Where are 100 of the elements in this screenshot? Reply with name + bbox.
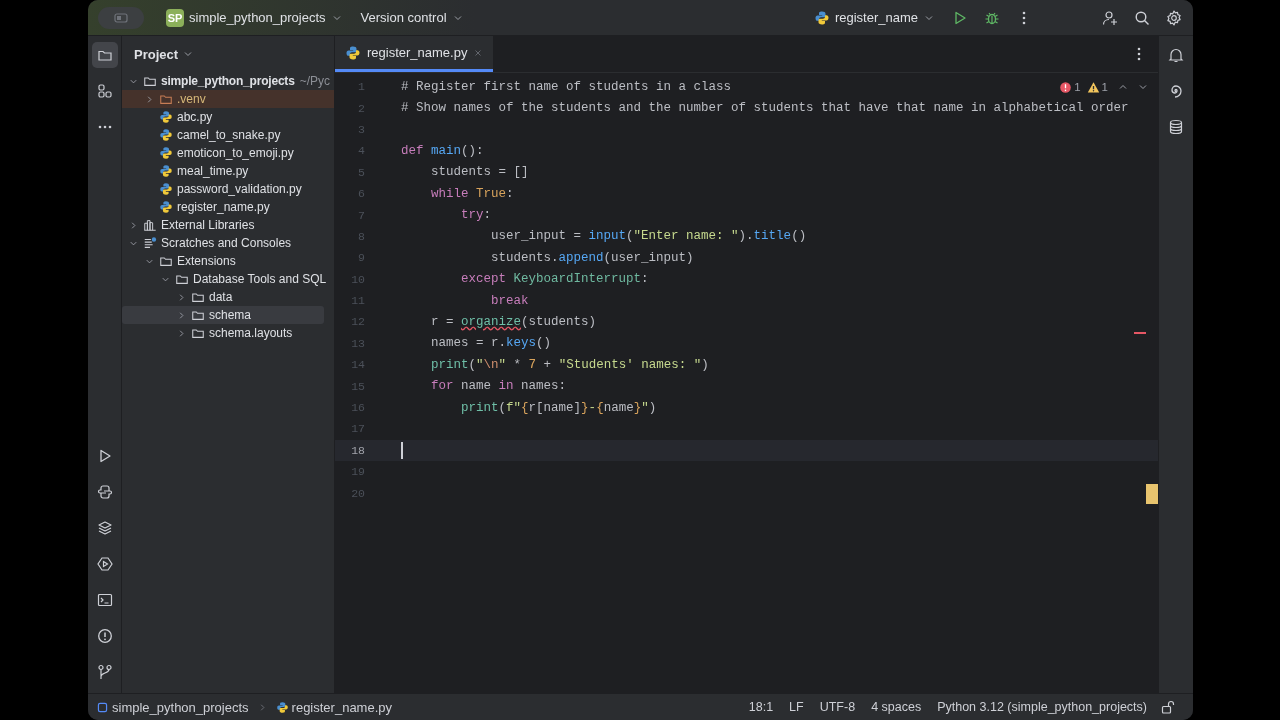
editor-tab[interactable]: register_name.py [335, 36, 494, 72]
project-switcher[interactable]: SP simple_python_projects [160, 4, 349, 31]
python-file-icon [345, 44, 361, 61]
code-line: while True: [430, 185, 514, 203]
play-icon[interactable] [952, 9, 968, 26]
code-line: names = r.keys() [430, 335, 552, 352]
layers-icon[interactable] [96, 520, 113, 536]
python-file-icon [159, 128, 173, 142]
code-line: try: [460, 207, 492, 224]
module-icon[interactable] [96, 700, 109, 714]
folder-icon [159, 92, 173, 106]
code-line: # Register first name of students in a class [401, 78, 732, 96]
tree-item[interactable]: password_validation.py [122, 180, 334, 198]
settings-icon[interactable] [1166, 9, 1182, 26]
terminal-icon[interactable] [96, 592, 113, 608]
code-line: def main(): [401, 142, 484, 160]
error-icon [1059, 80, 1073, 94]
tree-item-label: .venv [177, 92, 206, 106]
python-file-icon [159, 182, 173, 196]
path-hint: ~/Pyc [299, 74, 330, 88]
folder-icon [191, 290, 205, 304]
tree-item[interactable]: External Libraries [122, 216, 334, 234]
python-icon[interactable] [96, 484, 113, 500]
folder-icon [159, 254, 173, 268]
tree-item[interactable]: .venv [122, 90, 334, 108]
warning-count: 1 [1101, 81, 1108, 93]
status-item[interactable]: 4 spaces [865, 700, 928, 714]
folder-icon [175, 272, 189, 286]
close-icon[interactable] [473, 47, 484, 58]
folder-icon [143, 74, 157, 88]
tree-item-label: data [209, 290, 233, 304]
tree-item[interactable]: abc.py [122, 108, 334, 126]
status-item[interactable]: UTF-8 [813, 700, 862, 714]
line-number: 18 [350, 443, 365, 457]
error-count: 1 [1074, 81, 1081, 93]
folder-icon [191, 326, 205, 340]
tree-item-label: Scratches and Consoles [161, 236, 292, 250]
tree-item-label: password_validation.py [177, 182, 302, 196]
bell-icon[interactable] [1168, 47, 1184, 63]
error-stripe-mark [1134, 332, 1146, 334]
services-icon[interactable] [96, 556, 113, 572]
tree-item[interactable]: data [122, 288, 334, 306]
tree-item-label: camel_to_snake.py [177, 128, 281, 142]
tree-item-label: meal_time.py [177, 164, 249, 178]
structure-icon[interactable] [96, 83, 113, 99]
folder-icon [191, 308, 205, 322]
tree-item-label: Database Tools and SQL [193, 272, 327, 286]
tree-item-label: abc.py [177, 110, 213, 124]
spiral-icon[interactable] [1168, 83, 1184, 99]
tree-item-label: emoticon_to_emoji.py [177, 146, 294, 160]
python-file-icon [159, 110, 173, 124]
code-line: print(f"{r[name]}-{name}") [460, 399, 657, 417]
python-file-icon [159, 200, 173, 214]
tree-item[interactable]: meal_time.py [122, 162, 334, 180]
tree-item[interactable]: schema.layouts [122, 324, 334, 342]
warning-icon [1086, 80, 1100, 94]
vcs-menu[interactable]: Version control [354, 4, 470, 31]
scratches-icon [143, 236, 157, 250]
breadcrumb[interactable]: register_name.py [275, 699, 393, 715]
panel-title[interactable]: Project [130, 44, 199, 64]
tree-item-label: schema [209, 308, 252, 322]
text-caret [401, 441, 403, 459]
status-item[interactable]: LF [783, 700, 810, 714]
code-line: break [490, 292, 529, 310]
project-badge: SP [166, 8, 184, 27]
tree-item-label: schema.layouts [209, 326, 293, 340]
status-item[interactable]: 18:1 [742, 700, 780, 714]
tree-item[interactable]: Database Tools and SQL [122, 270, 334, 288]
breadcrumb[interactable]: simple_python_projects [96, 699, 249, 715]
code-line: user_input = input("Enter name: ").title() [490, 228, 807, 245]
code-line: print("\n" * 7 + "Students' names: ") [430, 356, 709, 374]
warning-stripe-mark [1146, 484, 1158, 504]
python-file-icon [159, 146, 173, 160]
tree-item[interactable]: register_name.py [122, 198, 334, 216]
tree-item-label: External Libraries [161, 218, 255, 232]
python-file-icon [159, 164, 173, 178]
tree-item[interactable]: Extensions [122, 252, 334, 270]
branch-icon[interactable] [96, 664, 113, 680]
alert-icon[interactable] [96, 628, 113, 644]
tree-item[interactable]: schema [122, 306, 324, 324]
search-icon[interactable] [1134, 9, 1150, 26]
status-item[interactable]: Python 3.12 (simple_python_projects) [931, 700, 1153, 714]
code-line: students.append(user_input) [490, 249, 694, 267]
python-file-icon[interactable] [275, 700, 289, 714]
code-line: students = [] [430, 164, 529, 181]
tree-item-label: Extensions [177, 254, 236, 268]
code-line: except KeyboardInterrupt: [460, 271, 649, 288]
tree-item-label: simple_python_projects [161, 74, 295, 88]
run-configuration[interactable]: register_name [807, 4, 941, 31]
tree-item[interactable]: Scratches and Consoles [122, 234, 334, 252]
project-tool-button[interactable] [91, 42, 118, 68]
code-line: r = organize(students) [430, 314, 597, 331]
tree-item[interactable]: camel_to_snake.py [122, 126, 334, 144]
tree-item[interactable]: emoticon_to_emoji.py [122, 144, 334, 162]
add-user-icon[interactable] [1102, 9, 1118, 26]
tree-item[interactable]: simple_python_projects ~/Pyc [122, 72, 334, 90]
code-line: for name in names: [430, 378, 567, 395]
code-line: # Show names of the students and the number of students that have that name in alphabetical order [401, 100, 1129, 117]
python-icon[interactable] [813, 9, 830, 26]
database-icon[interactable] [1168, 119, 1184, 135]
